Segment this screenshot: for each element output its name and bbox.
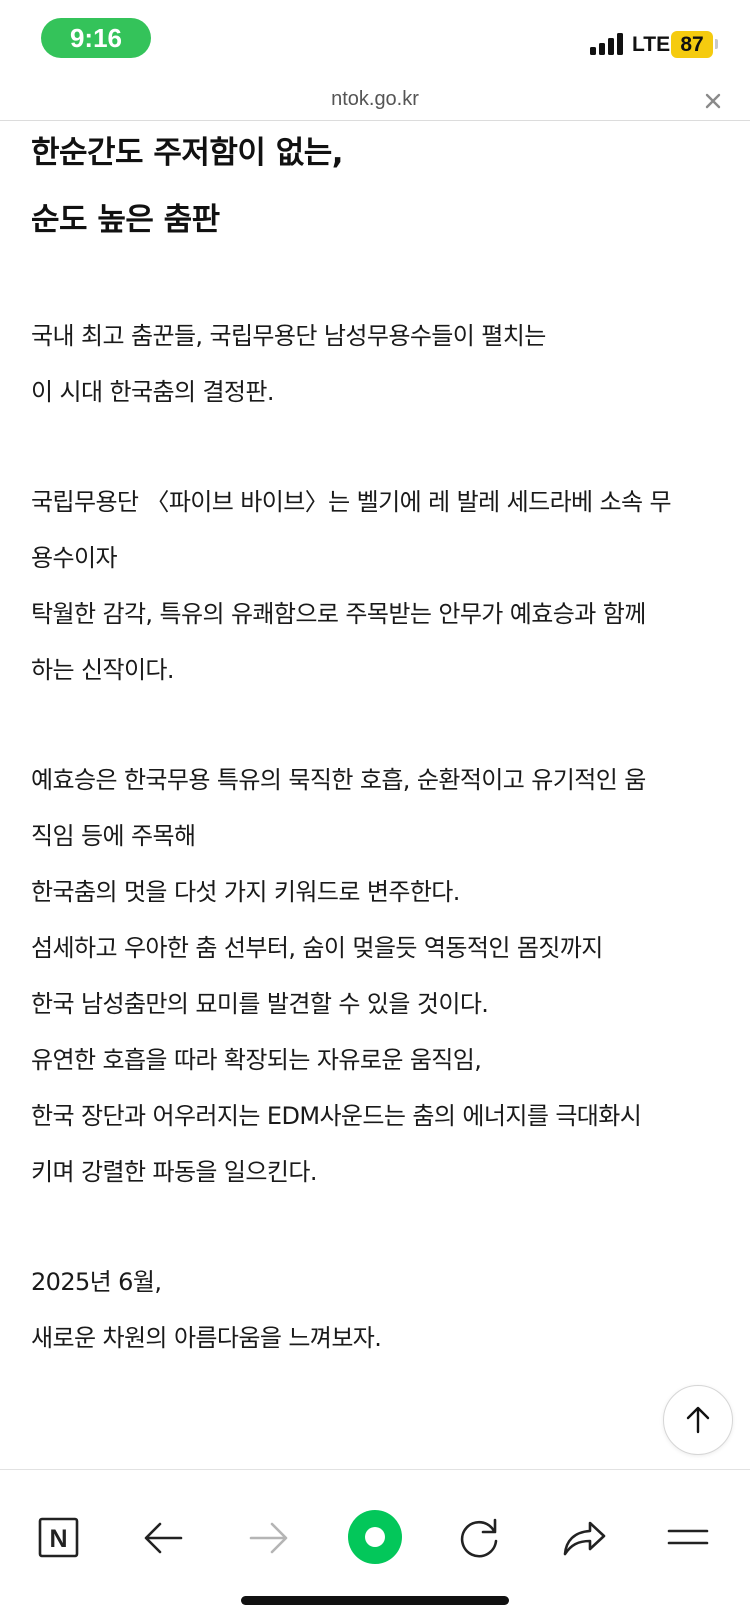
body-line: 한국춤의 멋을 다섯 가지 키워드로 변주한다. [31,878,460,906]
status-bar: 9:16 LTE 87 [0,0,750,80]
scroll-top-button[interactable] [663,1385,733,1455]
back-button[interactable] [136,1510,192,1566]
url-text[interactable]: ntok.go.kr [0,86,750,112]
body-line: 2025년 6월, [31,1268,162,1296]
signal-icon [590,33,626,55]
naver-home-button[interactable]: N [30,1510,86,1566]
paragraph: 국립무용단 〈파이브 바이브〉는 벨기에 레 발레 세드라베 소속 무 용수이자… [31,474,731,698]
address-bar: ntok.go.kr [0,82,750,121]
naver-home-glyph: N [49,1525,67,1553]
body-line: 예효승은 한국무용 특유의 묵직한 호흡, 순환적이고 유기적인 움 [31,766,646,794]
body-line: 직임 등에 주목해 [31,822,196,850]
body-line: 새로운 차원의 아름다움을 느껴보자. [31,1324,382,1352]
body-line: 한국 장단과 어우러지는 EDM사운드는 춤의 에너지를 극대화시 [31,1102,642,1130]
back-arrow-icon [144,1522,183,1554]
body-line: 유연한 호흡을 따라 확장되는 자유로운 움직임, [31,1046,482,1074]
body-line: 용수이자 [31,544,118,572]
close-button[interactable] [698,86,728,116]
close-icon [705,93,721,109]
forward-arrow-icon [249,1522,288,1554]
body-line: 키며 강렬한 파동을 일으킨다. [31,1158,317,1186]
body-line: 국립무용단 〈파이브 바이브〉는 벨기에 레 발레 세드라베 소속 무 [31,488,672,516]
green-dot-icon [348,1510,402,1564]
article-headline: 한순간도 주저함이 없는, 순도 높은 춤판 [31,120,731,254]
body-line: 국내 최고 춤꾼들, 국립무용단 남성무용수들이 펼치는 [31,322,546,350]
body-line: 섬세하고 우아한 춤 선부터, 숨이 멎을듯 역동적인 몸짓까지 [31,934,603,962]
menu-icon [667,1529,709,1545]
network-label: LTE [632,33,671,56]
headline-line: 순도 높은 춤판 [31,202,220,238]
paragraph: 예효승은 한국무용 특유의 묵직한 호흡, 순환적이고 유기적인 움 직임 등에… [31,752,731,1200]
arrow-up-icon [686,1406,710,1434]
paragraph: 국내 최고 춤꾼들, 국립무용단 남성무용수들이 펼치는 이 시대 한국춤의 결… [31,308,731,420]
reload-button[interactable] [451,1510,507,1566]
status-time[interactable]: 9:16 [41,18,151,58]
share-icon [563,1521,606,1556]
naver-home-icon: N [38,1517,79,1558]
battery-icon: 87 [671,31,713,58]
body-line: 이 시대 한국춤의 결정판. [31,378,275,406]
reload-icon [460,1518,498,1558]
body-line: 하는 신작이다. [31,656,175,684]
battery-tip [715,39,718,49]
home-indicator[interactable] [241,1596,509,1605]
body-line: 탁월한 감각, 특유의 유쾌함으로 주목받는 안무가 예효승과 함께 [31,600,646,628]
share-button[interactable] [556,1510,612,1566]
headline-line: 한순간도 주저함이 없는, [31,135,344,171]
bottom-toolbar: N [0,1469,750,1624]
paragraph: 2025년 6월, 새로운 차원의 아름다움을 느껴보자. [31,1254,731,1366]
forward-button[interactable] [240,1510,296,1566]
menu-button[interactable] [660,1510,716,1566]
naver-green-button[interactable] [347,1509,403,1565]
body-line: 한국 남성춤만의 묘미를 발견할 수 있을 것이다. [31,990,489,1018]
article-content: 한순간도 주저함이 없는, 순도 높은 춤판 국내 최고 춤꾼들, 국립무용단 … [31,120,731,1366]
